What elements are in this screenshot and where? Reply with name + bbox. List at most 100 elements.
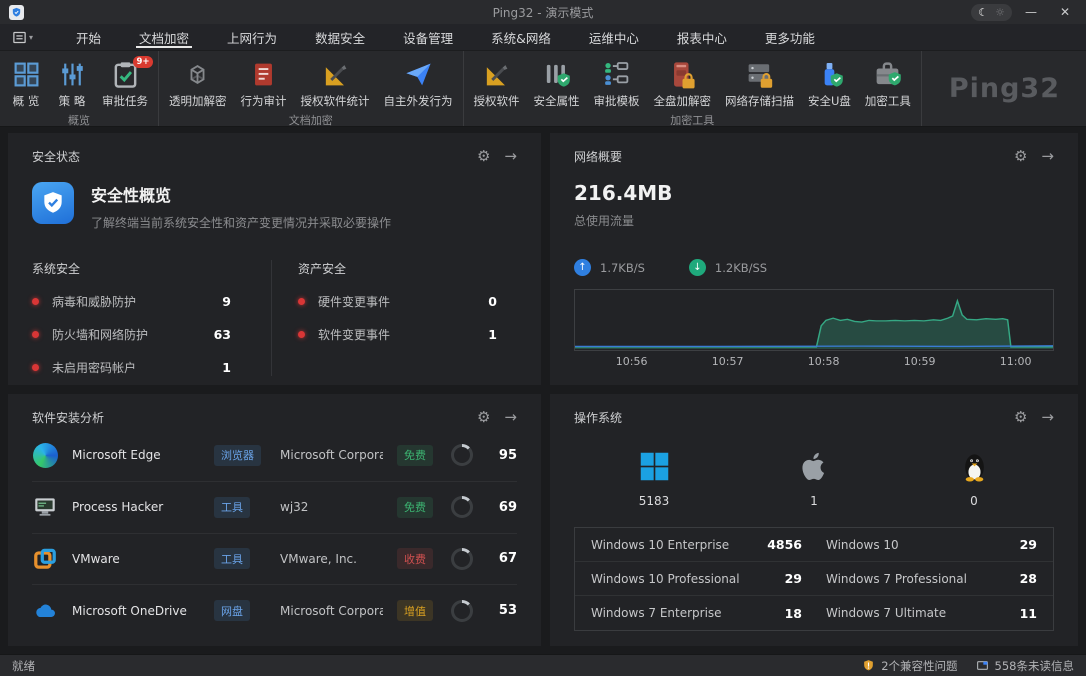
download-speed: ↓ 1.2KB/SS	[689, 259, 767, 276]
menu-tabs: 开始 文档加密 上网行为 数据安全 设备管理 系统&网络 运维中心 报表中心 更…	[57, 24, 834, 50]
score-ring	[451, 600, 473, 622]
apple-logo-icon	[798, 450, 831, 483]
gear-icon[interactable]: ⚙	[477, 408, 490, 426]
software-row-process-hacker[interactable]: Process Hacker 工具 wj32 免费 69	[32, 482, 517, 534]
os-linux-count: 0	[894, 450, 1054, 508]
alert-dot-icon	[32, 298, 39, 305]
dashboard: 安全状态 ⚙ → 安全性概览 了解终端当前系统安全性和资产变更情况并采取必要操作…	[0, 127, 1086, 654]
statusbar: 就绪 2个兼容性问题 558条未读信息	[0, 654, 1086, 676]
gear-icon[interactable]: ⚙	[477, 147, 490, 165]
list-item: 防火墙和网络防护 63	[32, 326, 245, 343]
compatibility-issues-badge[interactable]: 2个兼容性问题	[862, 658, 957, 674]
x-axis-tick-label: 11:00	[1000, 355, 1032, 368]
arrow-right-icon[interactable]: →	[504, 147, 517, 165]
alert-dot-icon	[298, 298, 305, 305]
overview-button[interactable]: 概 览	[3, 58, 49, 111]
upload-speed: ↑ 1.7KB/S	[574, 259, 645, 276]
windows-logo-icon	[638, 450, 671, 483]
tab-device-management[interactable]: 设备管理	[384, 24, 472, 50]
close-button[interactable]: ✕	[1050, 1, 1080, 23]
security-overview-hero: 安全性概览 了解终端当前系统安全性和资产变更情况并采取必要操作	[32, 182, 517, 231]
security-attributes-button[interactable]: 安全属性	[527, 58, 587, 111]
network-chart-svg	[575, 290, 1053, 350]
x-axis-tick-label: 10:57	[712, 355, 744, 368]
category-badge: 浏览器	[214, 445, 261, 466]
arrow-right-icon[interactable]: →	[504, 408, 517, 426]
policy-sliders-icon	[58, 60, 87, 89]
minimize-button[interactable]: —	[1016, 1, 1046, 23]
software-row-onedrive[interactable]: Microsoft OneDrive 网盘 Microsoft Corporat…	[32, 585, 517, 636]
software-row-edge[interactable]: Microsoft Edge 浏览器 Microsoft Corporation…	[32, 430, 517, 482]
panel-network-overview: 网络概要 ⚙ → 216.4MB 总使用流量 ↑ 1.7KB/S ↓ 1.2KB…	[550, 133, 1078, 385]
app-menu-button[interactable]: ▾	[0, 24, 43, 50]
section-title: 资产安全	[298, 260, 511, 277]
policy-button[interactable]: 策 略	[49, 58, 95, 111]
message-icon	[976, 659, 989, 672]
crypt-tools-button[interactable]: 加密工具	[858, 58, 918, 111]
network-traffic-chart	[574, 289, 1054, 351]
category-badge: 工具	[214, 548, 250, 569]
panel-title: 操作系统	[574, 409, 622, 426]
authorized-software-button[interactable]: 授权软件	[467, 58, 527, 111]
unread-messages-badge[interactable]: 558条未读信息	[976, 658, 1074, 674]
ribbon-group-doc-encryption: 透明加解密 行为审计 授权软件统计 自主外发行为 文档加密	[159, 51, 464, 126]
authorized-software-icon	[482, 60, 511, 89]
authorized-software-stats-button[interactable]: 授权软件统计	[294, 58, 377, 111]
app-logo-icon	[9, 5, 24, 20]
theme-toggle[interactable]: ☾ ☼	[971, 4, 1012, 21]
outgoing-behavior-button[interactable]: 自主外发行为	[377, 58, 460, 111]
titlebar: Ping32 - 演示模式 ☾ ☼ — ✕	[0, 0, 1086, 24]
list-item: 软件变更事件 1	[298, 326, 511, 343]
warning-shield-icon	[862, 659, 875, 672]
tab-data-security[interactable]: 数据安全	[296, 24, 384, 50]
x-axis-tick-label: 10:58	[808, 355, 840, 368]
panel-operating-system: 操作系统 ⚙ → 5183 1 0 Windows 10 Enterprise4…	[550, 394, 1078, 646]
ribbon-group-label: 加密工具	[467, 111, 918, 132]
secure-usb-button[interactable]: 安全U盘	[801, 58, 858, 111]
gear-icon[interactable]: ⚙	[1014, 408, 1027, 426]
os-apple-count: 1	[734, 450, 894, 508]
approval-tasks-button[interactable]: 9+ 审批任务	[95, 58, 155, 111]
approval-template-button[interactable]: 审批模板	[587, 58, 647, 111]
panel-title: 网络概要	[574, 148, 622, 165]
tab-document-encryption[interactable]: 文档加密	[120, 24, 208, 50]
gear-icon[interactable]: ⚙	[1014, 147, 1027, 165]
system-security-section: 系统安全 病毒和威胁防护 9 防火墙和网络防护 63 未启用密码帐户 1	[32, 260, 271, 376]
tab-ops-center[interactable]: 运维中心	[570, 24, 658, 50]
transparent-crypt-button[interactable]: 透明加解密	[162, 58, 234, 111]
software-row-vmware[interactable]: VMware 工具 VMware, Inc. 收费 67	[32, 534, 517, 586]
asset-security-section: 资产安全 硬件变更事件 0 软件变更事件 1	[271, 260, 517, 376]
crypt-toolbox-icon	[873, 60, 902, 89]
score-ring	[451, 496, 473, 518]
price-badge: 免费	[397, 497, 433, 518]
app-menu-icon	[12, 30, 27, 45]
network-storage-scan-button[interactable]: 网络存储扫描	[718, 58, 801, 111]
fulldisk-crypt-button[interactable]: 全盘加解密	[647, 58, 719, 111]
panel-software-analysis: 软件安装分析 ⚙ → Microsoft Edge 浏览器 Microsoft …	[8, 394, 541, 646]
sun-icon[interactable]: ☼	[995, 6, 1005, 19]
approval-template-icon	[602, 60, 631, 89]
total-traffic-label: 总使用流量	[574, 212, 1054, 229]
ribbon-group-label: 概览	[3, 111, 155, 132]
alert-dot-icon	[32, 364, 39, 371]
panel-title: 软件安装分析	[32, 409, 104, 426]
approval-badge: 9+	[133, 56, 153, 68]
arrow-right-icon[interactable]: →	[1041, 408, 1054, 426]
fulldisk-crypt-ssd-icon	[668, 60, 697, 89]
behavior-audit-button[interactable]: 行为审计	[234, 58, 294, 111]
arrow-right-icon[interactable]: →	[1041, 147, 1054, 165]
authorized-software-stats-icon	[321, 60, 350, 89]
tab-report-center[interactable]: 报表中心	[658, 24, 746, 50]
price-badge: 增值	[397, 600, 433, 621]
price-badge: 收费	[397, 548, 433, 569]
moon-icon[interactable]: ☾	[978, 6, 988, 19]
panel-title: 安全状态	[32, 148, 80, 165]
linux-tux-icon	[958, 450, 991, 483]
tab-web-behavior[interactable]: 上网行为	[208, 24, 296, 50]
tab-system-network[interactable]: 系统&网络	[472, 24, 570, 50]
network-storage-scan-icon	[745, 60, 774, 89]
os-windows-count: 5183	[574, 450, 734, 508]
ribbon-group-crypt-tools: 授权软件 安全属性 审批模板 全盘加解密 网络存储扫描 安全U盘	[464, 51, 922, 126]
tab-more-features[interactable]: 更多功能	[746, 24, 834, 50]
tab-start[interactable]: 开始	[57, 24, 120, 50]
